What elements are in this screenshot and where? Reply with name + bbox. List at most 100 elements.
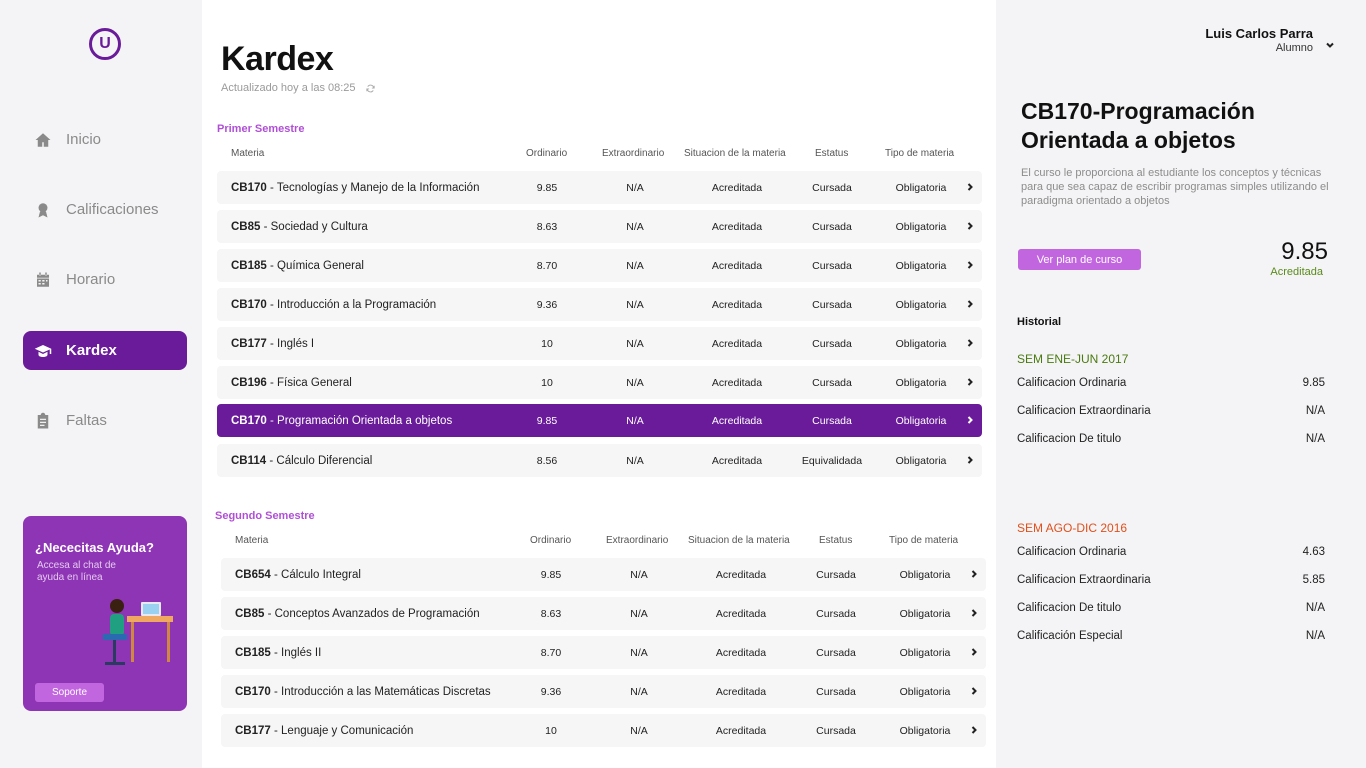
grade-ordinario: 9.85 bbox=[536, 415, 558, 427]
course-title-text: - Cálculo Integral bbox=[270, 569, 361, 581]
grade-ordinario: 8.70 bbox=[540, 647, 562, 659]
chevron-right-icon[interactable] bbox=[969, 725, 979, 735]
course-name: CB170 - Programación Orientada a objetos bbox=[231, 415, 452, 427]
updated-label: Actualizado hoy a las 08:25 bbox=[221, 82, 356, 94]
grade-extraordinario: N/A bbox=[630, 569, 648, 581]
course-situation: Acreditada bbox=[711, 415, 763, 427]
course-code: CB170 bbox=[231, 182, 267, 194]
course-code: CB170 bbox=[231, 415, 267, 427]
course-status: Cursada bbox=[816, 569, 856, 581]
user-role: Alumno bbox=[1275, 42, 1313, 54]
table-row[interactable]: CB185 - Química General 8.70 N/A Acreditada… bbox=[217, 249, 982, 282]
history-label: Calificacion Ordinaria bbox=[1017, 546, 1127, 558]
chevron-right-icon[interactable] bbox=[965, 455, 975, 465]
course-name: CB85 - Conceptos Avanzados de Programaci… bbox=[235, 608, 480, 620]
column-header-estatus: Estatus bbox=[819, 535, 853, 546]
history-row: Calificacion Extraordinaria N/A bbox=[1017, 405, 1325, 417]
course-name: CB170 - Introducción a la Programación bbox=[231, 299, 436, 311]
help-subtitle: Accesa al chat de ayuda en línea bbox=[37, 560, 116, 583]
table-row[interactable]: CB196 - Física General 10 N/A Acreditada Cur… bbox=[217, 366, 982, 399]
university-logo[interactable]: U bbox=[89, 28, 121, 60]
course-situation: Acreditada bbox=[711, 182, 763, 194]
sidebar-item-calificaciones[interactable]: Calificaciones bbox=[23, 190, 187, 229]
history-row: Calificación Especial N/A bbox=[1017, 630, 1325, 642]
chevron-right-icon[interactable] bbox=[965, 377, 975, 387]
history-value: 9.85 bbox=[1302, 377, 1325, 389]
table-row[interactable]: CB85 - Sociedad y Cultura 8.63 N/A Acredita… bbox=[217, 210, 982, 243]
course-status: Cursada bbox=[812, 338, 852, 350]
chevron-right-icon[interactable] bbox=[965, 338, 975, 348]
table-row[interactable]: CB85 - Conceptos Avanzados de Programaci… bbox=[221, 597, 986, 630]
grade-extraordinario: N/A bbox=[630, 647, 648, 659]
chevron-right-icon[interactable] bbox=[965, 260, 975, 270]
course-name: CB185 - Inglés II bbox=[235, 647, 321, 659]
course-name: CB177 - Lenguaje y Comunicación bbox=[235, 725, 413, 737]
column-header-materia: Materia bbox=[235, 535, 269, 546]
table-row[interactable]: CB170 - Introducción a las Matemáticas D… bbox=[221, 675, 986, 708]
sidebar-item-faltas[interactable]: Faltas bbox=[23, 401, 187, 440]
course-title-text: - Sociedad y Cultura bbox=[260, 221, 368, 233]
course-type: Obligatoria bbox=[899, 569, 951, 581]
column-header-situacion: Situacion de la materia bbox=[684, 148, 786, 159]
award-icon bbox=[34, 201, 52, 219]
refresh-icon[interactable] bbox=[365, 83, 376, 94]
column-header-situacion: Situacion de la materia bbox=[688, 535, 790, 546]
grade-ordinario: 9.36 bbox=[540, 686, 562, 698]
chevron-right-icon[interactable] bbox=[965, 415, 975, 425]
user-name[interactable]: Luis Carlos Parra bbox=[1205, 26, 1313, 41]
course-name: CB177 - Inglés I bbox=[231, 338, 314, 350]
help-card: ¿Nececitas Ayuda? Accesa al chat de ayud… bbox=[23, 516, 187, 711]
grade-ordinario: 10 bbox=[541, 377, 553, 389]
course-type: Obligatoria bbox=[895, 299, 947, 311]
grade-ordinario: 10 bbox=[545, 725, 557, 737]
course-status: Cursada bbox=[816, 686, 856, 698]
grade-extraordinario: N/A bbox=[630, 686, 648, 698]
chevron-right-icon[interactable] bbox=[965, 221, 975, 231]
course-code: CB654 bbox=[235, 569, 271, 581]
chevron-right-icon[interactable] bbox=[969, 647, 979, 657]
course-status: Cursada bbox=[812, 299, 852, 311]
sidebar-item-horario[interactable]: Horario bbox=[23, 260, 187, 299]
column-header-ordinario: Ordinario bbox=[526, 148, 568, 159]
chevron-right-icon[interactable] bbox=[969, 608, 979, 618]
sidebar-item-label: Faltas bbox=[66, 412, 107, 429]
chevron-right-icon[interactable] bbox=[965, 182, 975, 192]
history-label: Calificacion De titulo bbox=[1017, 602, 1122, 614]
course-type: Obligatoria bbox=[895, 377, 947, 389]
table-row[interactable]: CB177 - Lenguaje y Comunicación 10 N/A Acre… bbox=[221, 714, 986, 747]
course-status: Cursada bbox=[812, 377, 852, 389]
course-grade-status: Acreditada bbox=[1270, 266, 1323, 278]
history-label: Calificacion De titulo bbox=[1017, 433, 1122, 445]
table-row[interactable]: CB170 - Introducción a la Programación 9.… bbox=[217, 288, 982, 321]
table-row[interactable]: CB170 - Programación Orientada a objetos… bbox=[217, 404, 982, 437]
chevron-down-icon[interactable] bbox=[1325, 37, 1335, 48]
course-type: Obligatoria bbox=[899, 608, 951, 620]
clipboard-icon bbox=[34, 412, 52, 430]
history-row: Calificacion Ordinaria 4.63 bbox=[1017, 546, 1325, 558]
chevron-right-icon[interactable] bbox=[969, 569, 979, 579]
course-type: Obligatoria bbox=[899, 725, 951, 737]
table-row[interactable]: CB170 - Tecnologías y Manejo de la Infor… bbox=[217, 171, 982, 204]
support-button[interactable]: Soporte bbox=[35, 683, 104, 702]
grade-ordinario: 8.63 bbox=[536, 221, 558, 233]
grade-extraordinario: N/A bbox=[626, 299, 644, 311]
table-row[interactable]: CB177 - Inglés I 10 N/A Acreditada Cursada Ob… bbox=[217, 327, 982, 360]
chevron-right-icon[interactable] bbox=[965, 299, 975, 309]
course-code: CB85 bbox=[235, 608, 265, 620]
course-title-text: - Inglés II bbox=[270, 647, 322, 659]
course-title-text: - Física General bbox=[266, 377, 352, 389]
course-type: Obligatoria bbox=[895, 221, 947, 233]
page-title: Kardex bbox=[221, 40, 334, 78]
table-row[interactable]: CB114 - Cálculo Diferencial 8.56 N/A Acredi… bbox=[217, 444, 982, 477]
course-situation: Acreditada bbox=[715, 608, 767, 620]
table-row[interactable]: CB654 - Cálculo Integral 9.85 N/A Acreditad… bbox=[221, 558, 986, 591]
column-header-tipo: Tipo de materia bbox=[889, 535, 959, 546]
course-plan-button[interactable]: Ver plan de curso bbox=[1018, 249, 1141, 270]
table-row[interactable]: CB185 - Inglés II 8.70 N/A Acreditada Cursad… bbox=[221, 636, 986, 669]
grade-ordinario: 10 bbox=[541, 338, 553, 350]
sidebar-item-inicio[interactable]: Inicio bbox=[23, 120, 187, 159]
chevron-right-icon[interactable] bbox=[969, 686, 979, 696]
course-type: Obligatoria bbox=[899, 647, 951, 659]
sidebar-item-kardex[interactable]: Kardex bbox=[23, 331, 187, 370]
course-situation: Acreditada bbox=[715, 686, 767, 698]
